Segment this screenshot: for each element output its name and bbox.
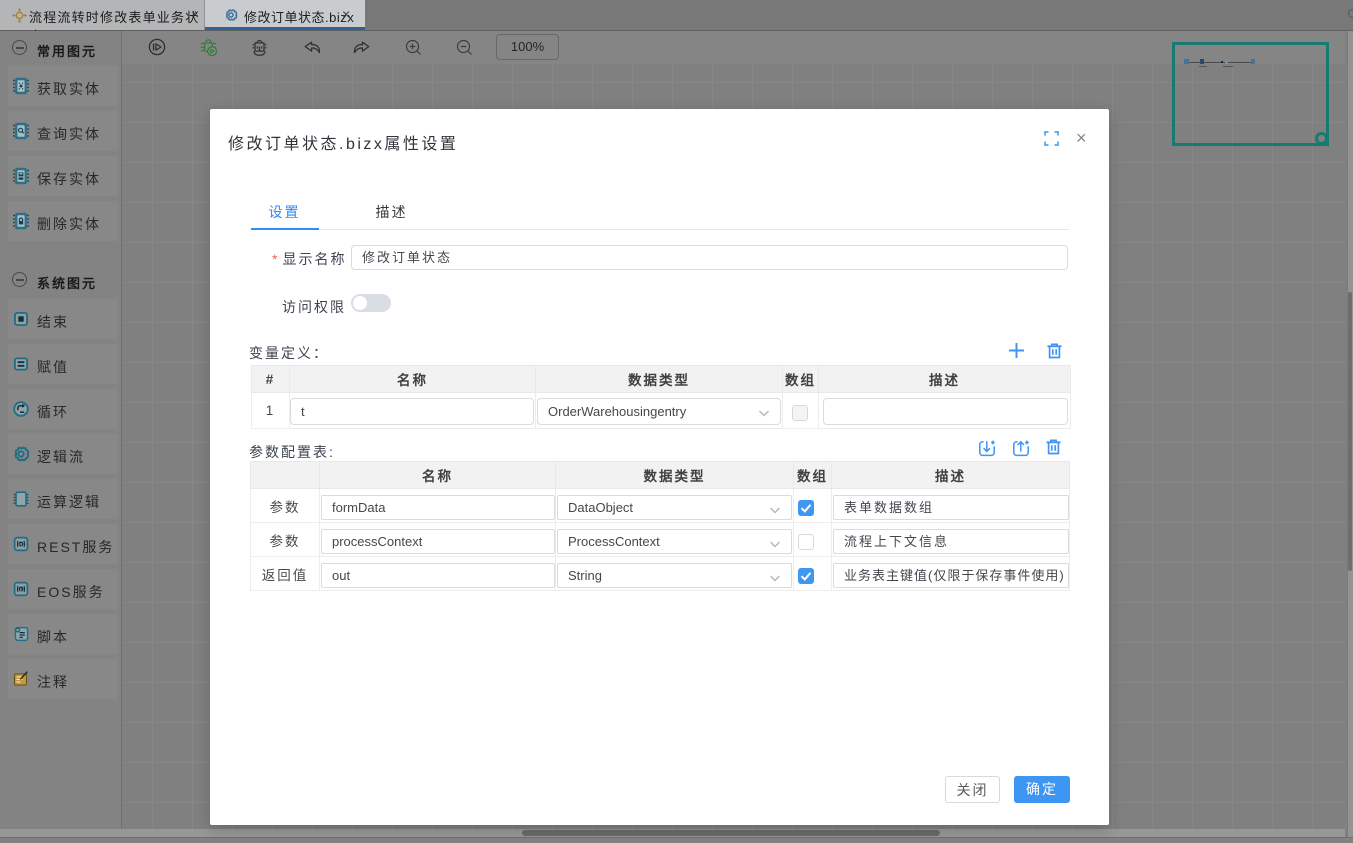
svg-text:R: R bbox=[20, 542, 23, 547]
svg-text:E: E bbox=[20, 587, 23, 592]
